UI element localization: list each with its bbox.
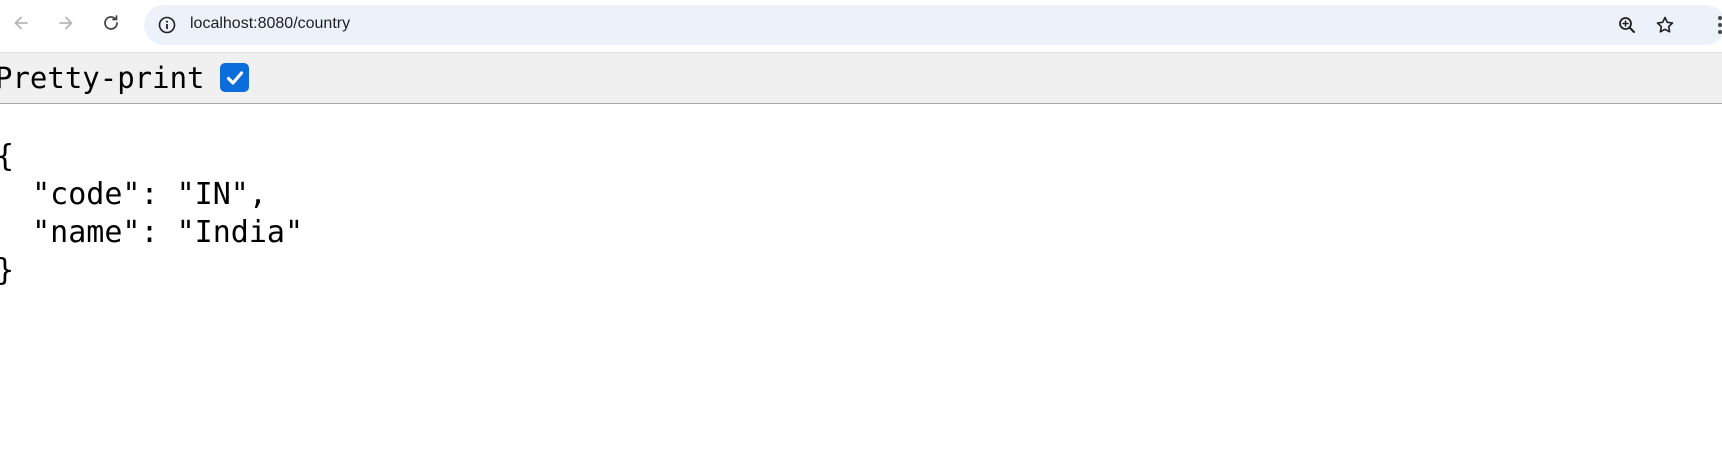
pretty-print-label: Pretty-print [0,61,205,95]
kebab-menu-icon [1718,16,1722,34]
reload-icon [104,15,118,30]
info-icon [158,16,176,34]
address-bar[interactable]: localhost:8080/country [144,5,1722,45]
zoom-button[interactable] [1616,14,1638,36]
back-button[interactable] [6,8,36,38]
json-line: "name": "India" [0,215,304,250]
json-line: { [0,139,14,174]
forward-button[interactable] [51,8,81,38]
arrow-left-icon [14,16,28,30]
browser-toolbar: localhost:8080/country [0,0,1722,53]
pretty-print-bar: Pretty-print [0,53,1722,104]
bookmark-button[interactable] [1654,14,1676,36]
arrow-right-icon [59,16,73,30]
checkmark-icon [226,70,243,85]
json-line: "code": "IN", [0,177,267,212]
browser-menu-button[interactable] [1710,12,1722,38]
star-icon [1656,16,1674,33]
url-text[interactable]: localhost:8080/country [190,15,350,33]
json-line: } [0,253,14,288]
json-content: { "code": "IN", "name": "India" } [0,138,303,290]
pretty-print-checkbox[interactable] [220,63,249,92]
site-info-button[interactable] [156,14,178,36]
reload-button[interactable] [96,8,126,38]
zoom-in-icon [1619,17,1635,33]
